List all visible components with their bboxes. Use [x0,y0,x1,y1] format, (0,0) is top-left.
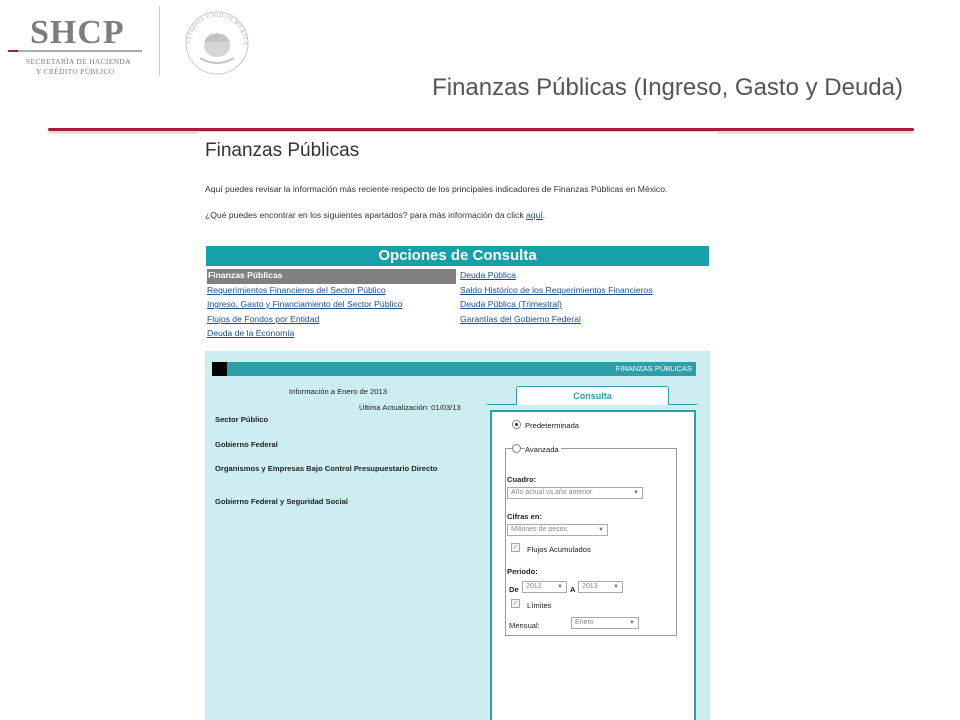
option-saldo-historico[interactable]: Saldo Histórico de los Requerimientos Fi… [460,284,710,299]
logo-subtitle-1: SECRETARÍA DE HACIENDA [26,57,131,66]
select-cuadro[interactable]: Año actual vs año anterior [507,487,643,499]
options-left-column: Finanzas Públicas Requerimientos Financi… [207,269,456,342]
label-a: A [570,585,576,594]
info-date: Información a Enero de 2013 [289,387,387,396]
label-limites: Límites [527,601,552,610]
select-de-year[interactable]: 2012 [522,581,567,593]
option-requerimientos-financieros[interactable]: Requerimientos Financieros del Sector Pú… [207,284,456,299]
radio-avanzada[interactable] [512,444,521,453]
panel-header-bar: FINANZAS PÚBLICAS [212,362,696,376]
label-cuadro: Cuadro: [507,475,537,484]
options-banner: Opciones de Consulta [206,246,709,266]
select-cifras[interactable]: Millones de pesos [507,524,608,536]
last-update: Última Actualización: 01/03/13 [359,403,461,412]
section-gobierno-federal[interactable]: Gobierno Federal [215,440,445,449]
option-garantias[interactable]: Garantías del Gobierno Federal [460,313,710,328]
option-deuda-publica[interactable]: Deuda Pública [460,269,710,284]
section-organismos-empresas[interactable]: Organismos y Empresas Bajo Control Presu… [215,464,445,473]
intro-text-2: ¿Qué puedes encontrar en los siguientes … [205,210,545,220]
checkbox-limites[interactable]: ✓ [511,599,520,608]
consulta-form: Predeterminada Avanzada Cuadro: Año actu… [490,410,696,720]
logo-rule [8,50,142,52]
page-title: Finanzas Públicas [205,140,360,161]
checkbox-flujos-acumulados[interactable]: ✓ [511,543,520,552]
radio-predeterminada[interactable] [512,420,521,429]
intro-text-2-prefix: ¿Qué puedes encontrar en los siguientes … [205,210,527,220]
select-a-year[interactable]: 2013 [578,581,623,593]
label-avanzada: Avanzada [525,445,561,454]
tab-consulta[interactable]: Consulta [516,386,669,405]
slide-title: Finanzas Públicas (Ingreso, Gasto y Deud… [432,74,903,101]
intro-text: Aquí puedes revisar la información más r… [205,184,668,194]
national-seal-icon: ESTADOS UNIDOS MEXICANOS [178,2,254,76]
label-periodo: Periodo: [507,567,538,576]
option-deuda-economia[interactable]: Deuda de la Economía [207,327,456,342]
finanzas-panel: FINANZAS PÚBLICAS Información a Enero de… [205,351,710,720]
section-gobierno-seguridad-social[interactable]: Gobierno Federal y Seguridad Social [215,497,445,506]
option-ingreso-gasto[interactable]: Ingreso, Gasto y Financiamiento del Sect… [207,298,456,313]
label-mensual: Mensual: [509,621,540,630]
panel-bar-marker [212,362,227,376]
option-deuda-trimestral[interactable]: Deuda Pública (Trimestral) [460,298,710,313]
logo-text: SHCP [30,14,125,51]
intro-text-2-suffix: . [542,210,546,220]
select-mensual[interactable]: Enero [571,617,639,629]
logo-divider [159,6,160,76]
option-flujos-fondos[interactable]: Flujos de Fondos por Entidad [207,313,456,328]
panel-bar-label: FINANZAS PÚBLICAS [615,364,692,373]
label-flujos-acumulados: Flujos Acumulados [527,545,591,554]
embedded-screenshot: Finanzas Públicas Aquí puedes revisar la… [198,132,718,720]
logo-subtitle-2: Y CRÉDITO PÚBLICO [36,67,115,76]
label-predeterminada: Predeterminada [525,421,580,430]
title-rule [48,128,914,131]
logo-rule-accent [8,50,18,52]
section-sector-publico[interactable]: Sector Público [215,415,445,424]
option-finanzas-publicas[interactable]: Finanzas Públicas [207,269,456,284]
options-right-column: Deuda Pública Saldo Histórico de los Req… [460,269,710,327]
label-cifras: Cifras en: [507,512,543,521]
more-info-link[interactable]: aquí [526,210,543,220]
label-de: De [509,585,519,594]
